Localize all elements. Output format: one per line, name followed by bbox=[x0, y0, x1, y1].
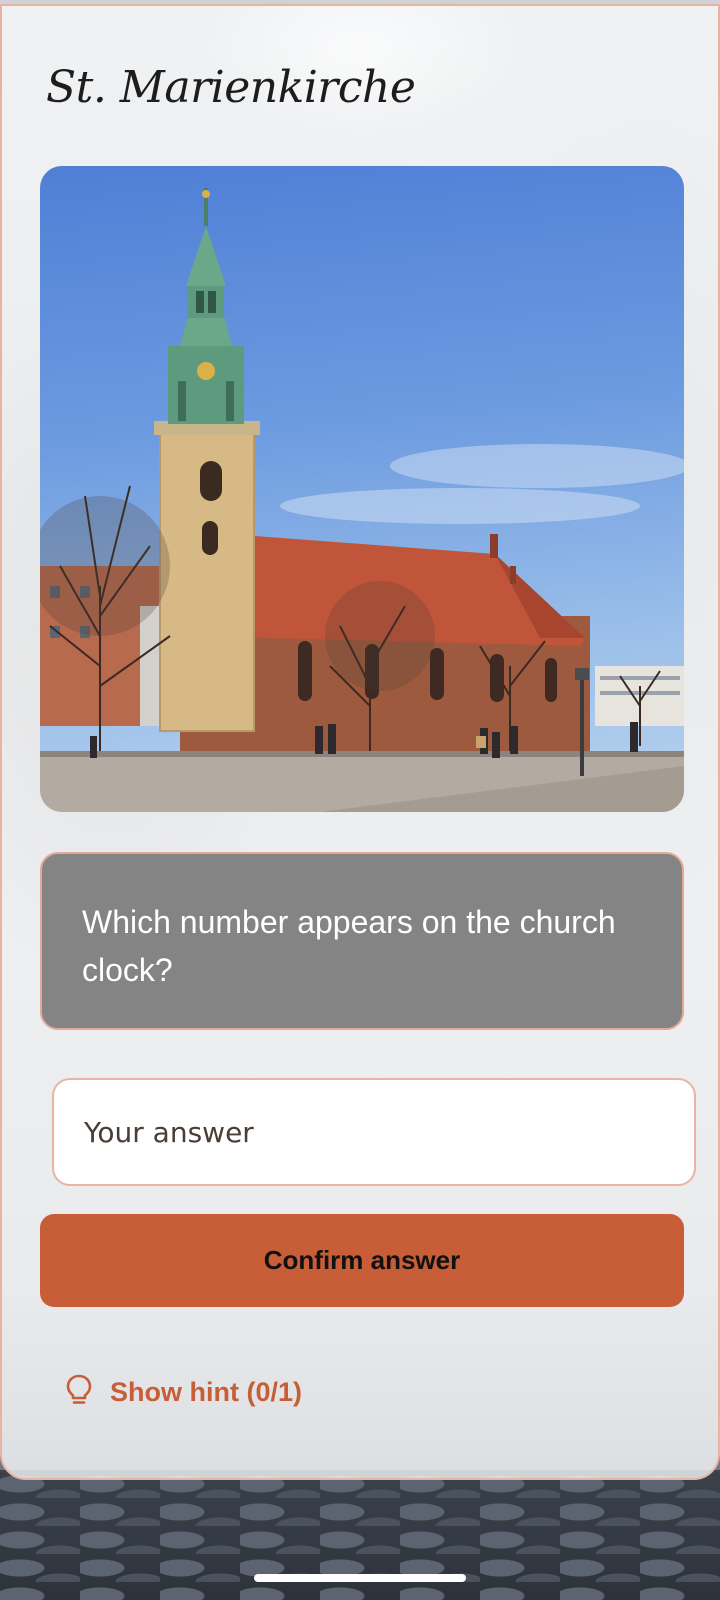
answer-input[interactable] bbox=[52, 1078, 696, 1186]
home-indicator[interactable] bbox=[254, 1574, 466, 1582]
church-photo bbox=[40, 166, 684, 812]
hint-label: Show hint (0/1) bbox=[110, 1376, 302, 1407]
lightbulb-icon bbox=[66, 1374, 92, 1411]
show-hint-button[interactable]: Show hint (0/1) bbox=[66, 1370, 302, 1414]
page-title: St. Marienkirche bbox=[46, 62, 416, 113]
question-text: Which number appears on the church clock… bbox=[82, 904, 616, 988]
question-card: St. Marienkirche Which number appears on… bbox=[0, 4, 720, 1480]
confirm-answer-button[interactable]: Confirm answer bbox=[40, 1214, 684, 1307]
question-box: Which number appears on the church clock… bbox=[40, 852, 684, 1030]
